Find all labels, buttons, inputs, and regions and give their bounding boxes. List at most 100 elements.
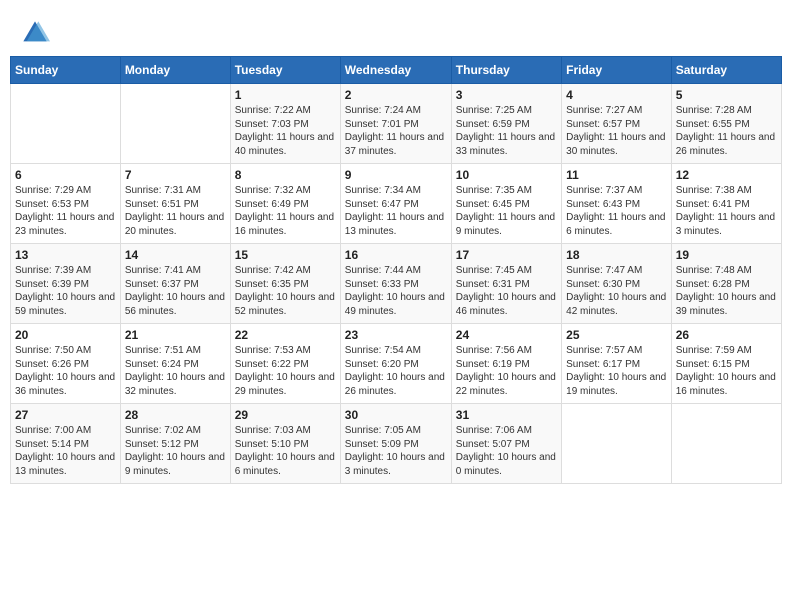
col-header-wednesday: Wednesday bbox=[340, 57, 451, 84]
day-number: 8 bbox=[235, 168, 336, 182]
day-info: Sunrise: 7:59 AMSunset: 6:15 PMDaylight:… bbox=[676, 344, 777, 398]
day-info: Sunrise: 7:02 AMSunset: 5:12 PMDaylight:… bbox=[125, 424, 226, 478]
day-number: 26 bbox=[676, 328, 777, 342]
page-header bbox=[10, 10, 782, 48]
day-number: 14 bbox=[125, 248, 226, 262]
day-number: 5 bbox=[676, 88, 777, 102]
day-info: Sunrise: 7:51 AMSunset: 6:24 PMDaylight:… bbox=[125, 344, 226, 398]
day-cell: 19 Sunrise: 7:48 AMSunset: 6:28 PMDayligh… bbox=[671, 244, 781, 324]
day-info: Sunrise: 7:24 AMSunset: 7:01 PMDaylight:… bbox=[345, 104, 447, 158]
header-row: SundayMondayTuesdayWednesdayThursdayFrid… bbox=[11, 57, 782, 84]
day-info: Sunrise: 7:25 AMSunset: 6:59 PMDaylight:… bbox=[456, 104, 557, 158]
day-number: 22 bbox=[235, 328, 336, 342]
day-number: 10 bbox=[456, 168, 557, 182]
day-number: 18 bbox=[566, 248, 667, 262]
col-header-friday: Friday bbox=[562, 57, 672, 84]
week-row-2: 6 Sunrise: 7:29 AMSunset: 6:53 PMDaylight… bbox=[11, 164, 782, 244]
col-header-monday: Monday bbox=[120, 57, 230, 84]
day-number: 11 bbox=[566, 168, 667, 182]
logo-icon bbox=[20, 18, 50, 48]
day-number: 17 bbox=[456, 248, 557, 262]
day-number: 21 bbox=[125, 328, 226, 342]
day-cell: 21 Sunrise: 7:51 AMSunset: 6:24 PMDayligh… bbox=[120, 324, 230, 404]
col-header-thursday: Thursday bbox=[451, 57, 561, 84]
day-info: Sunrise: 7:45 AMSunset: 6:31 PMDaylight:… bbox=[456, 264, 557, 318]
day-cell: 10 Sunrise: 7:35 AMSunset: 6:45 PMDayligh… bbox=[451, 164, 561, 244]
day-cell: 5 Sunrise: 7:28 AMSunset: 6:55 PMDaylight… bbox=[671, 84, 781, 164]
day-cell: 9 Sunrise: 7:34 AMSunset: 6:47 PMDaylight… bbox=[340, 164, 451, 244]
col-header-sunday: Sunday bbox=[11, 57, 121, 84]
week-row-5: 27 Sunrise: 7:00 AMSunset: 5:14 PMDayligh… bbox=[11, 404, 782, 484]
day-cell: 2 Sunrise: 7:24 AMSunset: 7:01 PMDaylight… bbox=[340, 84, 451, 164]
day-cell: 18 Sunrise: 7:47 AMSunset: 6:30 PMDayligh… bbox=[562, 244, 672, 324]
day-info: Sunrise: 7:27 AMSunset: 6:57 PMDaylight:… bbox=[566, 104, 667, 158]
day-info: Sunrise: 7:34 AMSunset: 6:47 PMDaylight:… bbox=[345, 184, 447, 238]
day-number: 24 bbox=[456, 328, 557, 342]
day-number: 6 bbox=[15, 168, 116, 182]
day-number: 9 bbox=[345, 168, 447, 182]
day-info: Sunrise: 7:05 AMSunset: 5:09 PMDaylight:… bbox=[345, 424, 447, 478]
week-row-3: 13Sunrise: 7:39 AMSunset: 6:39 PMDayligh… bbox=[11, 244, 782, 324]
day-number: 4 bbox=[566, 88, 667, 102]
day-cell: 23Sunrise: 7:54 AMSunset: 6:20 PMDayligh… bbox=[340, 324, 451, 404]
day-number: 7 bbox=[125, 168, 226, 182]
day-cell bbox=[562, 404, 672, 484]
day-number: 27 bbox=[15, 408, 116, 422]
logo bbox=[20, 18, 54, 48]
day-cell: 3 Sunrise: 7:25 AMSunset: 6:59 PMDaylight… bbox=[451, 84, 561, 164]
day-cell: 11 Sunrise: 7:37 AMSunset: 6:43 PMDayligh… bbox=[562, 164, 672, 244]
day-info: Sunrise: 7:48 AMSunset: 6:28 PMDaylight:… bbox=[676, 264, 777, 318]
day-cell: 26 Sunrise: 7:59 AMSunset: 6:15 PMDayligh… bbox=[671, 324, 781, 404]
day-number: 20 bbox=[15, 328, 116, 342]
day-number: 3 bbox=[456, 88, 557, 102]
day-cell: 24 Sunrise: 7:56 AMSunset: 6:19 PMDayligh… bbox=[451, 324, 561, 404]
day-cell: 6 Sunrise: 7:29 AMSunset: 6:53 PMDaylight… bbox=[11, 164, 121, 244]
day-cell: 27 Sunrise: 7:00 AMSunset: 5:14 PMDayligh… bbox=[11, 404, 121, 484]
day-number: 28 bbox=[125, 408, 226, 422]
day-cell: 12 Sunrise: 7:38 AMSunset: 6:41 PMDayligh… bbox=[671, 164, 781, 244]
day-info: Sunrise: 7:37 AMSunset: 6:43 PMDaylight:… bbox=[566, 184, 667, 238]
day-number: 16 bbox=[345, 248, 447, 262]
day-cell: 1Sunrise: 7:22 AMSunset: 7:03 PMDaylight… bbox=[230, 84, 340, 164]
day-number: 19 bbox=[676, 248, 777, 262]
day-info: Sunrise: 7:38 AMSunset: 6:41 PMDaylight:… bbox=[676, 184, 777, 238]
day-number: 30 bbox=[345, 408, 447, 422]
day-info: Sunrise: 7:54 AMSunset: 6:20 PMDaylight:… bbox=[345, 344, 447, 398]
day-info: Sunrise: 7:35 AMSunset: 6:45 PMDaylight:… bbox=[456, 184, 557, 238]
day-cell: 15Sunrise: 7:42 AMSunset: 6:35 PMDayligh… bbox=[230, 244, 340, 324]
day-info: Sunrise: 7:28 AMSunset: 6:55 PMDaylight:… bbox=[676, 104, 777, 158]
day-info: Sunrise: 7:06 AMSunset: 5:07 PMDaylight:… bbox=[456, 424, 557, 478]
day-number: 31 bbox=[456, 408, 557, 422]
day-number: 2 bbox=[345, 88, 447, 102]
day-info: Sunrise: 7:03 AMSunset: 5:10 PMDaylight:… bbox=[235, 424, 336, 478]
day-cell: 25 Sunrise: 7:57 AMSunset: 6:17 PMDayligh… bbox=[562, 324, 672, 404]
week-row-1: 1Sunrise: 7:22 AMSunset: 7:03 PMDaylight… bbox=[11, 84, 782, 164]
day-cell: 29 Sunrise: 7:03 AMSunset: 5:10 PMDayligh… bbox=[230, 404, 340, 484]
day-info: Sunrise: 7:00 AMSunset: 5:14 PMDaylight:… bbox=[15, 424, 116, 478]
day-info: Sunrise: 7:41 AMSunset: 6:37 PMDaylight:… bbox=[125, 264, 226, 318]
week-row-4: 20Sunrise: 7:50 AMSunset: 6:26 PMDayligh… bbox=[11, 324, 782, 404]
day-number: 1 bbox=[235, 88, 336, 102]
day-info: Sunrise: 7:56 AMSunset: 6:19 PMDaylight:… bbox=[456, 344, 557, 398]
day-info: Sunrise: 7:32 AMSunset: 6:49 PMDaylight:… bbox=[235, 184, 336, 238]
day-info: Sunrise: 7:29 AMSunset: 6:53 PMDaylight:… bbox=[15, 184, 116, 238]
day-cell: 8 Sunrise: 7:32 AMSunset: 6:49 PMDaylight… bbox=[230, 164, 340, 244]
day-number: 25 bbox=[566, 328, 667, 342]
day-number: 13 bbox=[15, 248, 116, 262]
day-cell: 17 Sunrise: 7:45 AMSunset: 6:31 PMDayligh… bbox=[451, 244, 561, 324]
day-number: 12 bbox=[676, 168, 777, 182]
day-cell bbox=[11, 84, 121, 164]
day-number: 29 bbox=[235, 408, 336, 422]
day-cell: 31 Sunrise: 7:06 AMSunset: 5:07 PMDayligh… bbox=[451, 404, 561, 484]
day-cell: 7 Sunrise: 7:31 AMSunset: 6:51 PMDaylight… bbox=[120, 164, 230, 244]
day-info: Sunrise: 7:47 AMSunset: 6:30 PMDaylight:… bbox=[566, 264, 667, 318]
day-info: Sunrise: 7:44 AMSunset: 6:33 PMDaylight:… bbox=[345, 264, 447, 318]
day-cell: 4 Sunrise: 7:27 AMSunset: 6:57 PMDaylight… bbox=[562, 84, 672, 164]
day-info: Sunrise: 7:42 AMSunset: 6:35 PMDaylight:… bbox=[235, 264, 336, 318]
day-info: Sunrise: 7:57 AMSunset: 6:17 PMDaylight:… bbox=[566, 344, 667, 398]
col-header-tuesday: Tuesday bbox=[230, 57, 340, 84]
day-cell: 13Sunrise: 7:39 AMSunset: 6:39 PMDayligh… bbox=[11, 244, 121, 324]
day-info: Sunrise: 7:31 AMSunset: 6:51 PMDaylight:… bbox=[125, 184, 226, 238]
day-cell: 22Sunrise: 7:53 AMSunset: 6:22 PMDayligh… bbox=[230, 324, 340, 404]
day-cell: 14 Sunrise: 7:41 AMSunset: 6:37 PMDayligh… bbox=[120, 244, 230, 324]
